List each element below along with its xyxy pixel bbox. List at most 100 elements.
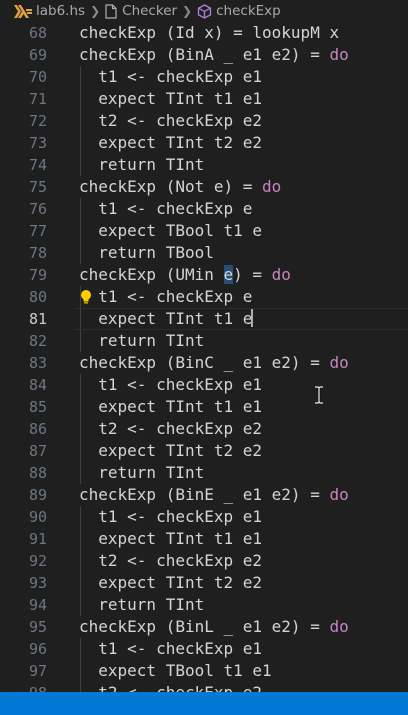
code-line[interactable]: 70 t1 <- checkExp e1 (0, 66, 408, 88)
code-segment: expect TBool t1 e1 (79, 661, 272, 680)
code-segment: t1 <- checkExp e (79, 199, 253, 218)
code-segment: expect TInt t1 e1 (79, 529, 263, 548)
code-segment: t1 <- checkExp e (79, 287, 253, 306)
keyword-do: do (329, 617, 349, 636)
code-text: expect TInt t2 e2 (79, 440, 262, 462)
code-line[interactable]: 91 expect TInt t1 e1 (0, 528, 408, 550)
code-line[interactable]: 74 return TInt (0, 154, 408, 176)
code-line[interactable]: 88 return TInt (0, 462, 408, 484)
code-line[interactable]: 78 return TBool (0, 242, 408, 264)
text-cursor (251, 309, 254, 327)
indent-guide (80, 242, 81, 264)
code-line[interactable]: 89 checkExp (BinE _ e1 e2) = do (0, 484, 408, 506)
code-line[interactable]: 72 t2 <- checkExp e2 (0, 110, 408, 132)
code-line[interactable]: 95 checkExp (BinL _ e1 e2) = do (0, 616, 408, 638)
code-text: expect TInt t2 e2 (79, 132, 262, 154)
line-number: 88 (28, 464, 47, 482)
code-text: t2 <- checkExp e2 (79, 682, 262, 692)
code-segment: t1 <- checkExp e1 (79, 375, 263, 394)
code-segment: t1 <- checkExp e1 (79, 507, 263, 526)
code-line[interactable]: 80 t1 <- checkExp e (0, 286, 408, 308)
code-line[interactable]: 81 expect TInt t1 e (0, 308, 408, 330)
lightbulb-icon[interactable] (79, 289, 93, 305)
code-segment: t1 <- checkExp e1 (79, 67, 263, 86)
code-line[interactable]: 68 checkExp (Id x) = lookupM x (0, 22, 408, 44)
indent-guide (80, 396, 81, 418)
code-line[interactable]: 75 checkExp (Not e) = do (0, 176, 408, 198)
code-text: t1 <- checkExp e1 (79, 506, 262, 528)
code-segment: expect TInt t2 e2 (79, 133, 263, 152)
code-text: expect TInt t2 e2 (79, 572, 262, 594)
code-line[interactable]: 69 checkExp (BinA _ e1 e2) = do (0, 44, 408, 66)
breadcrumb: lab6.hs ❯ Checker ❯ checkExp (0, 0, 408, 22)
code-editor[interactable]: 68 checkExp (Id x) = lookupM x 69 checkExp … (0, 22, 408, 692)
indent-guide (80, 198, 81, 220)
breadcrumb-file[interactable]: lab6.hs (36, 3, 85, 19)
line-number: 95 (28, 618, 47, 636)
code-line[interactable]: 85 expect TInt t1 e1 (0, 396, 408, 418)
line-number: 91 (28, 530, 47, 548)
code-text: t1 <- checkExp e (79, 286, 252, 308)
line-number: 69 (28, 46, 47, 64)
code-line[interactable]: 84 t1 <- checkExp e1 (0, 374, 408, 396)
code-segment: checkExp (BinE _ e1 e2) = (79, 485, 330, 504)
code-segment: checkExp (BinC _ e1 e2) = (79, 353, 330, 372)
indent-guide (80, 682, 81, 692)
code-text: t2 <- checkExp e2 (79, 550, 262, 572)
code-text: return TInt (79, 462, 204, 484)
breadcrumb-symbol[interactable]: checkExp (216, 3, 281, 19)
code-line[interactable]: 77 expect TBool t1 e (0, 220, 408, 242)
code-line[interactable]: 71 expect TInt t1 e1 (0, 88, 408, 110)
indent-guide (80, 594, 81, 616)
keyword-do: do (329, 45, 349, 64)
code-text: checkExp (BinE _ e1 e2) = do (79, 484, 349, 506)
code-line[interactable]: 98 t2 <- checkExp e2 (0, 682, 408, 692)
indent-guide (80, 638, 81, 660)
code-line[interactable]: 90 t1 <- checkExp e1 (0, 506, 408, 528)
code-line[interactable]: 92 t2 <- checkExp e2 (0, 550, 408, 572)
breadcrumb-module[interactable]: Checker (122, 3, 177, 19)
code-text: checkExp (Id x) = lookupM x (79, 22, 339, 44)
code-line[interactable]: 94 return TInt (0, 594, 408, 616)
chevron-right-icon: ❯ (182, 4, 193, 18)
code-text: checkExp (BinC _ e1 e2) = do (79, 352, 349, 374)
indent-guide (80, 66, 81, 88)
code-segment: expect TBool t1 e (79, 221, 263, 240)
code-text: t1 <- checkExp e1 (79, 638, 262, 660)
code-text: checkExp (BinA _ e1 e2) = do (79, 44, 349, 66)
code-line[interactable]: 87 expect TInt t2 e2 (0, 440, 408, 462)
code-line[interactable]: 96 t1 <- checkExp e1 (0, 638, 408, 660)
line-number: 96 (28, 640, 47, 658)
code-text: expect TBool t1 e (79, 220, 262, 242)
code-segment: checkExp (BinL _ e1 e2) = (79, 617, 330, 636)
code-text: t1 <- checkExp e1 (79, 374, 262, 396)
line-number: 68 (28, 24, 47, 42)
code-line[interactable]: 97 expect TBool t1 e1 (0, 660, 408, 682)
indent-guide (80, 528, 81, 550)
code-line[interactable]: 79 checkExp (UMin e) = do (0, 264, 408, 286)
code-segment: expect TInt t2 e2 (79, 441, 263, 460)
line-number: 73 (28, 134, 47, 152)
code-line[interactable]: 82 return TInt (0, 330, 408, 352)
code-text: t2 <- checkExp e2 (79, 110, 262, 132)
code-line[interactable]: 73 expect TInt t2 e2 (0, 132, 408, 154)
code-segment: return TInt (79, 155, 205, 174)
indent-guide (80, 330, 81, 352)
code-text: return TInt (79, 154, 204, 176)
code-segment: t2 <- checkExp e2 (79, 683, 262, 692)
indent-guide (80, 374, 81, 396)
code-line[interactable]: 76 t1 <- checkExp e (0, 198, 408, 220)
indent-guide (80, 440, 81, 462)
code-text: expect TInt t1 e1 (79, 396, 262, 418)
line-number: 78 (28, 244, 47, 262)
method-cube-icon (197, 3, 212, 19)
indent-guide (80, 418, 81, 440)
editor-window: lab6.hs ❯ Checker ❯ checkExp 68 checkExp … (0, 0, 408, 715)
code-line[interactable]: 83 checkExp (BinC _ e1 e2) = do (0, 352, 408, 374)
code-line[interactable]: 93 expect TInt t2 e2 (0, 572, 408, 594)
line-number: 80 (28, 288, 47, 306)
line-number: 93 (28, 574, 47, 592)
code-line[interactable]: 86 t2 <- checkExp e2 (0, 418, 408, 440)
indent-guide (80, 550, 81, 572)
indent-guide (80, 88, 81, 110)
